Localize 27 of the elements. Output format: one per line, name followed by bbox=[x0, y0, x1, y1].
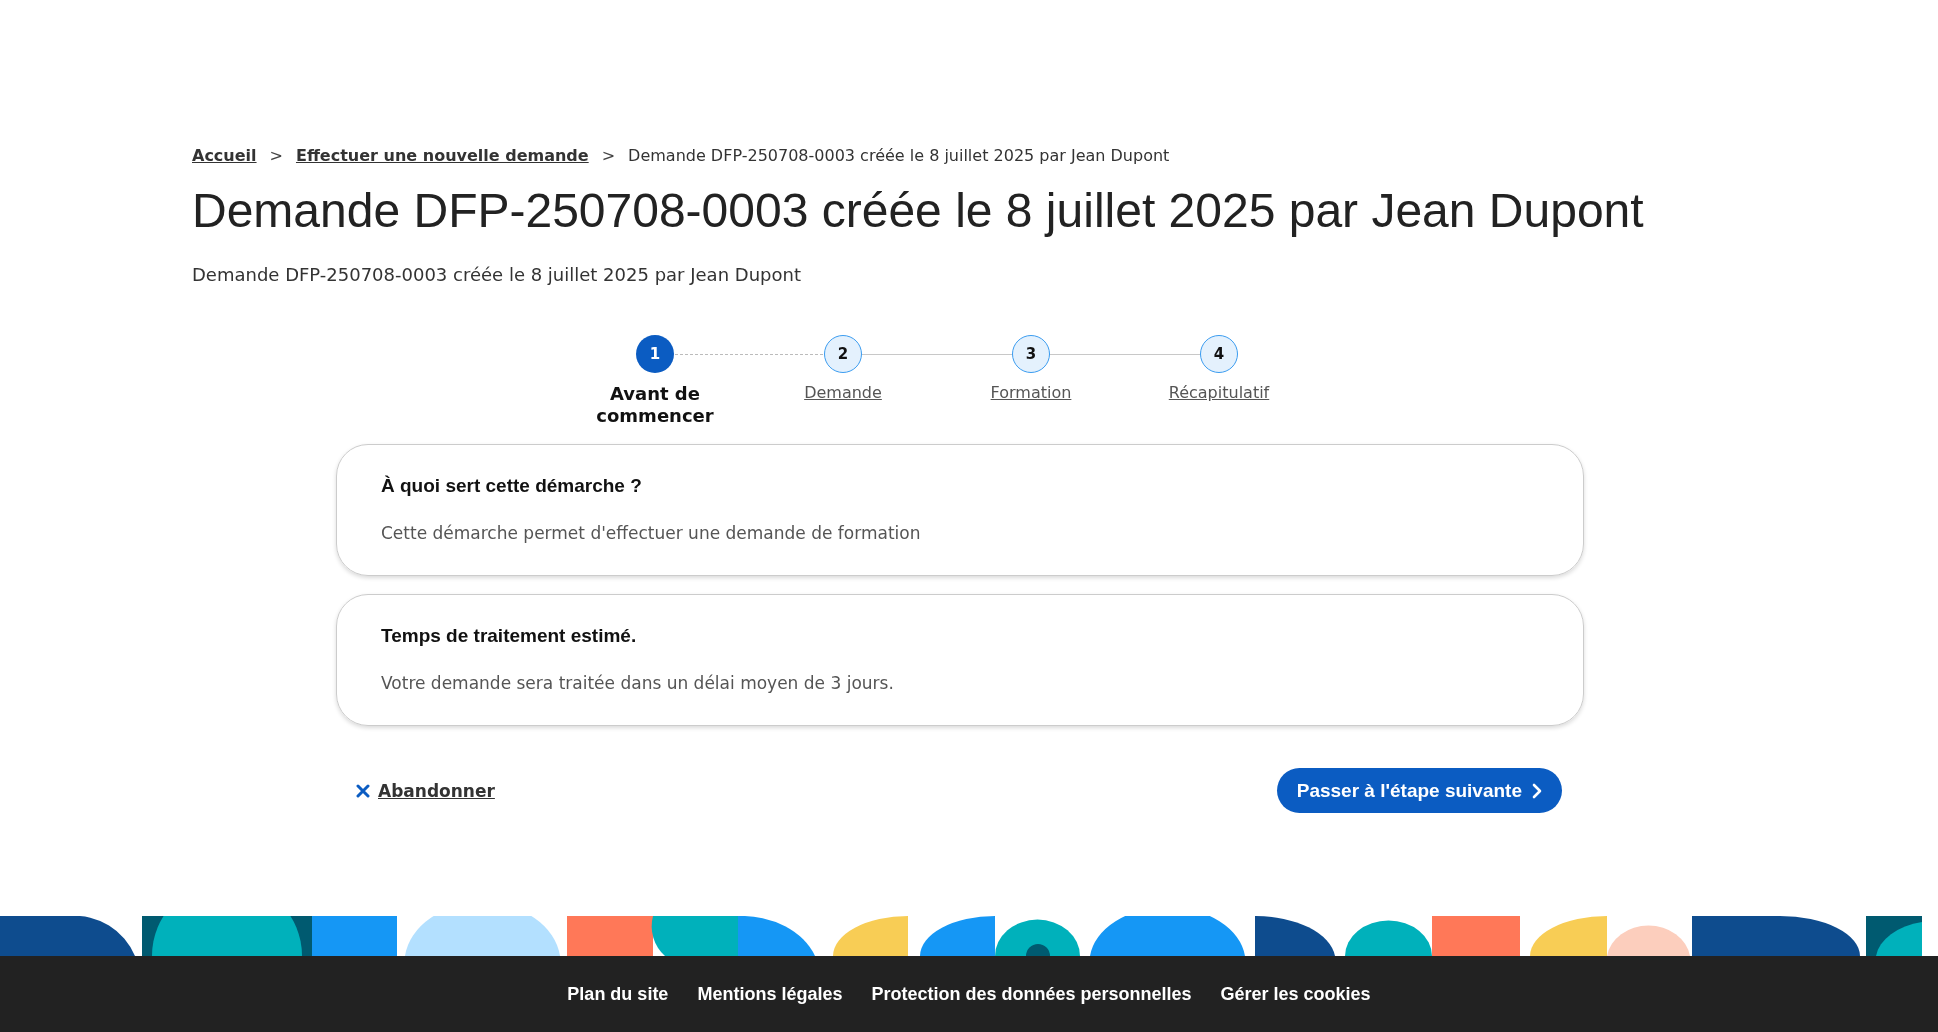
step-number: 4 bbox=[1200, 335, 1238, 373]
card-title: À quoi sert cette démarche ? bbox=[381, 475, 643, 498]
step-number: 1 bbox=[636, 335, 674, 373]
card-text: Cette démarche permet d'effectuer une demande de formation bbox=[381, 523, 922, 544]
footer-link[interactable]: Gérer les cookies bbox=[1220, 983, 1371, 1005]
chevron-right-icon bbox=[1532, 782, 1542, 799]
card-title: Temps de traitement estimé. bbox=[381, 625, 638, 648]
step-number: 3 bbox=[1012, 335, 1050, 373]
footer-link[interactable]: Mentions légales bbox=[697, 983, 843, 1005]
step-link[interactable]: Formation bbox=[966, 383, 1096, 403]
close-icon bbox=[356, 783, 370, 798]
next-step-button[interactable]: Passer à l'étape suivante bbox=[1276, 768, 1562, 814]
abandon-link[interactable]: Abandonner bbox=[356, 780, 495, 801]
breadcrumb-separator: > bbox=[601, 146, 616, 165]
card-text: Votre demande sera traitée dans un délai moyen de 3 jours. bbox=[381, 673, 895, 694]
current-step-text: Avant de commencer bbox=[595, 383, 715, 427]
footer-link[interactable]: Plan du site bbox=[567, 983, 669, 1005]
page-title: Demande DFP-250708-0003 créée le 8 juillet 2025 par Jean Dupont bbox=[192, 183, 1645, 238]
step-number: 2 bbox=[824, 335, 862, 373]
step-link[interactable]: Récapitulatif bbox=[1154, 383, 1284, 403]
breadcrumb-current: Demande DFP-250708-0003 créée le 8 juillet 2025 par Jean Dupont bbox=[628, 146, 1170, 165]
step-link[interactable]: Demande bbox=[778, 383, 908, 403]
breadcrumb-link[interactable]: Accueil bbox=[192, 146, 257, 165]
breadcrumb-separator: > bbox=[269, 146, 283, 165]
footer-link[interactable]: Protection des données personnelles bbox=[871, 983, 1192, 1005]
page-subtitle: Demande DFP-250708-0003 créée le 8 juillet 2025 par Jean Dupont bbox=[192, 264, 802, 285]
breadcrumb-link[interactable]: Effectuer une nouvelle demande bbox=[295, 146, 589, 165]
